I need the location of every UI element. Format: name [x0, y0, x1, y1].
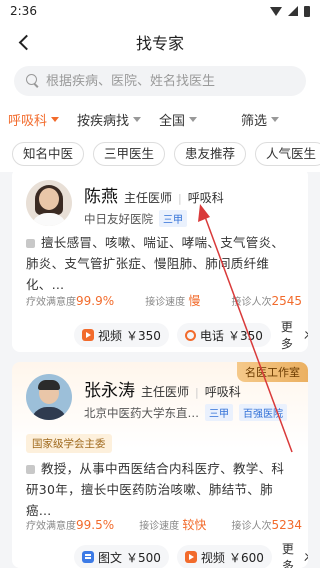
doctor-card[interactable]: 陈燕 主任医师 | 呼吸科 中日友好医院 三甲 擅长感冒、咳嗽、喘证、哮喘、支气… — [12, 168, 308, 352]
service-label: 图文 — [98, 550, 123, 565]
service-label: 电话 — [199, 328, 224, 343]
studio-badge: 名医工作室 — [237, 362, 308, 382]
search-section — [0, 62, 320, 102]
video-consult-button[interactable]: 视频 ￥600 — [176, 545, 272, 568]
doctor-name: 陈燕 — [84, 187, 118, 207]
divider: | — [178, 192, 182, 205]
chevron-right-icon — [301, 553, 308, 561]
video-consult-button[interactable]: 视频 ￥350 — [74, 323, 169, 347]
doctor-description-text: 擅长感冒、咳嗽、喘证、哮喘、支气管炎、肺炎、支气管扩张症、慢阻肺、肺间质纤维化、… — [26, 235, 285, 292]
filter-region[interactable]: 全国 — [159, 110, 198, 129]
speed-value: 慢 — [188, 294, 201, 308]
satisfaction-label: 疗效满意度 — [26, 297, 76, 308]
phone-consult-button[interactable]: 电话 ￥350 — [176, 323, 271, 347]
caret-down-icon — [271, 116, 280, 122]
divider: | — [195, 386, 199, 399]
hospital-grade-badge: 三甲 — [205, 404, 233, 421]
hospital-name: 中日友好医院 — [84, 211, 153, 226]
caret-down-icon — [189, 116, 198, 122]
tag-patient-recommended[interactable]: 患友推荐 — [174, 142, 247, 166]
satisfaction-value: 99.5% — [76, 518, 115, 532]
status-time: 2:36 — [10, 4, 37, 18]
video-icon — [82, 329, 94, 341]
expertise-icon — [26, 239, 35, 248]
battery-icon — [304, 5, 310, 17]
wifi-icon — [270, 6, 282, 16]
doctor-description: 擅长感冒、咳嗽、喘证、哮喘、支气管炎、肺炎、支气管扩张症、慢阻肺、肺间质纤维化、… — [26, 232, 296, 295]
satisfaction-label: 疗效满意度 — [26, 521, 76, 532]
tag-popular-doctor[interactable]: 人气医生 — [255, 142, 320, 166]
doctor-description-text: 教授，从事中西医结合内科医疗、教学、科研30年，擅长中医药防治咳嗽、肺结节、肺癌… — [26, 461, 285, 518]
caret-down-icon — [133, 116, 142, 122]
speed-label: 接诊速度 — [145, 297, 186, 308]
hospital-grade-badge: 三甲 — [159, 210, 187, 227]
service-label: 视频 — [200, 550, 225, 565]
status-icons — [270, 5, 310, 17]
service-price: ￥350 — [227, 328, 263, 343]
top-hospital-badge: 百强医院 — [239, 404, 287, 421]
speed-value: 较快 — [182, 518, 207, 532]
filter-department[interactable]: 呼吸科 — [8, 110, 60, 129]
doctor-description: 教授，从事中西医结合内科医疗、教学、科研30年，擅长中医药防治咳嗽、肺结节、肺癌… — [26, 458, 296, 521]
tag-famous-tcm[interactable]: 知名中医 — [12, 142, 85, 166]
speed-label: 接诊速度 — [139, 521, 180, 532]
service-price: ￥350 — [126, 328, 161, 343]
nav-bar: 找专家 — [0, 22, 320, 62]
doctor-stats: 疗效满意度99.9% 接诊速度 慢 接诊人次2545 — [26, 292, 302, 309]
patients-value: 5234 — [271, 518, 302, 532]
more-label: 更多 — [280, 320, 293, 351]
filter-screen-label: 筛选 — [241, 113, 268, 129]
hospital-line: 中日友好医院 三甲 — [84, 210, 187, 227]
more-services-button[interactable]: 更多 — [281, 318, 308, 352]
service-label: 视频 — [98, 328, 123, 343]
hospital-name: 北京中医药大学东直… — [84, 405, 199, 420]
more-services-button[interactable]: 更多 — [282, 540, 308, 568]
service-price: ￥500 — [126, 550, 161, 565]
chevron-right-icon — [301, 331, 308, 339]
filter-by-disease-label: 按疾病找 — [77, 113, 130, 129]
video-icon — [184, 551, 197, 563]
doctor-title: 主任医师 — [141, 385, 190, 399]
doctor-title: 主任医师 — [124, 191, 173, 205]
expertise-icon — [26, 465, 35, 474]
caret-down-icon — [51, 116, 60, 122]
doctor-department: 呼吸科 — [187, 191, 224, 205]
search-input[interactable] — [46, 73, 286, 89]
signal-icon — [288, 6, 298, 16]
service-actions: 视频 ￥350 电话 ￥350 更多 — [74, 318, 308, 352]
filter-by-disease[interactable]: 按疾病找 — [77, 110, 142, 129]
search-icon — [26, 74, 40, 88]
doctor-department: 呼吸科 — [204, 385, 241, 399]
patients-label: 接诊人次 — [231, 297, 272, 308]
satisfaction-value: 99.9% — [76, 294, 115, 308]
patients-value: 2545 — [271, 294, 302, 308]
avatar — [26, 180, 72, 226]
avatar — [26, 374, 72, 420]
filter-department-label: 呼吸科 — [8, 113, 48, 129]
text-consult-button[interactable]: 图文 ￥500 — [74, 545, 169, 568]
phone-icon — [184, 329, 196, 341]
filter-screen[interactable]: 筛选 — [241, 110, 280, 129]
more-label: 更多 — [281, 542, 294, 568]
chat-icon — [82, 551, 94, 563]
patients-label: 接诊人次 — [231, 521, 272, 532]
tag-bar: 知名中医 三甲医生 患友推荐 人气医生 — [0, 136, 320, 172]
service-actions: 图文 ￥500 视频 ￥600 更多 — [74, 540, 308, 568]
search-box[interactable] — [14, 66, 306, 96]
back-button[interactable] — [10, 28, 38, 56]
doctor-header: 陈燕 主任医师 | 呼吸科 — [84, 182, 224, 207]
honor-badge: 国家级学会主委 — [26, 434, 112, 453]
tag-grade-a-doctor[interactable]: 三甲医生 — [93, 142, 166, 166]
doctor-card[interactable]: 名医工作室 张永涛 主任医师 | 呼吸科 北京中医药大学东直… 三甲 百强医院 … — [12, 362, 308, 568]
doctor-header: 张永涛 主任医师 | 呼吸科 — [84, 376, 241, 401]
status-bar: 2:36 — [0, 0, 320, 22]
doctor-stats: 疗效满意度99.5% 接诊速度 较快 接诊人次5234 — [26, 516, 302, 533]
service-price: ￥600 — [228, 550, 264, 565]
filter-bar: 呼吸科 按疾病找 全国 筛选 — [0, 102, 320, 136]
back-chevron-icon — [18, 34, 34, 50]
page-title: 找专家 — [135, 34, 184, 53]
hospital-line: 北京中医药大学东直… 三甲 百强医院 — [84, 404, 287, 421]
doctor-name: 张永涛 — [84, 381, 135, 401]
filter-region-label: 全国 — [159, 113, 186, 129]
